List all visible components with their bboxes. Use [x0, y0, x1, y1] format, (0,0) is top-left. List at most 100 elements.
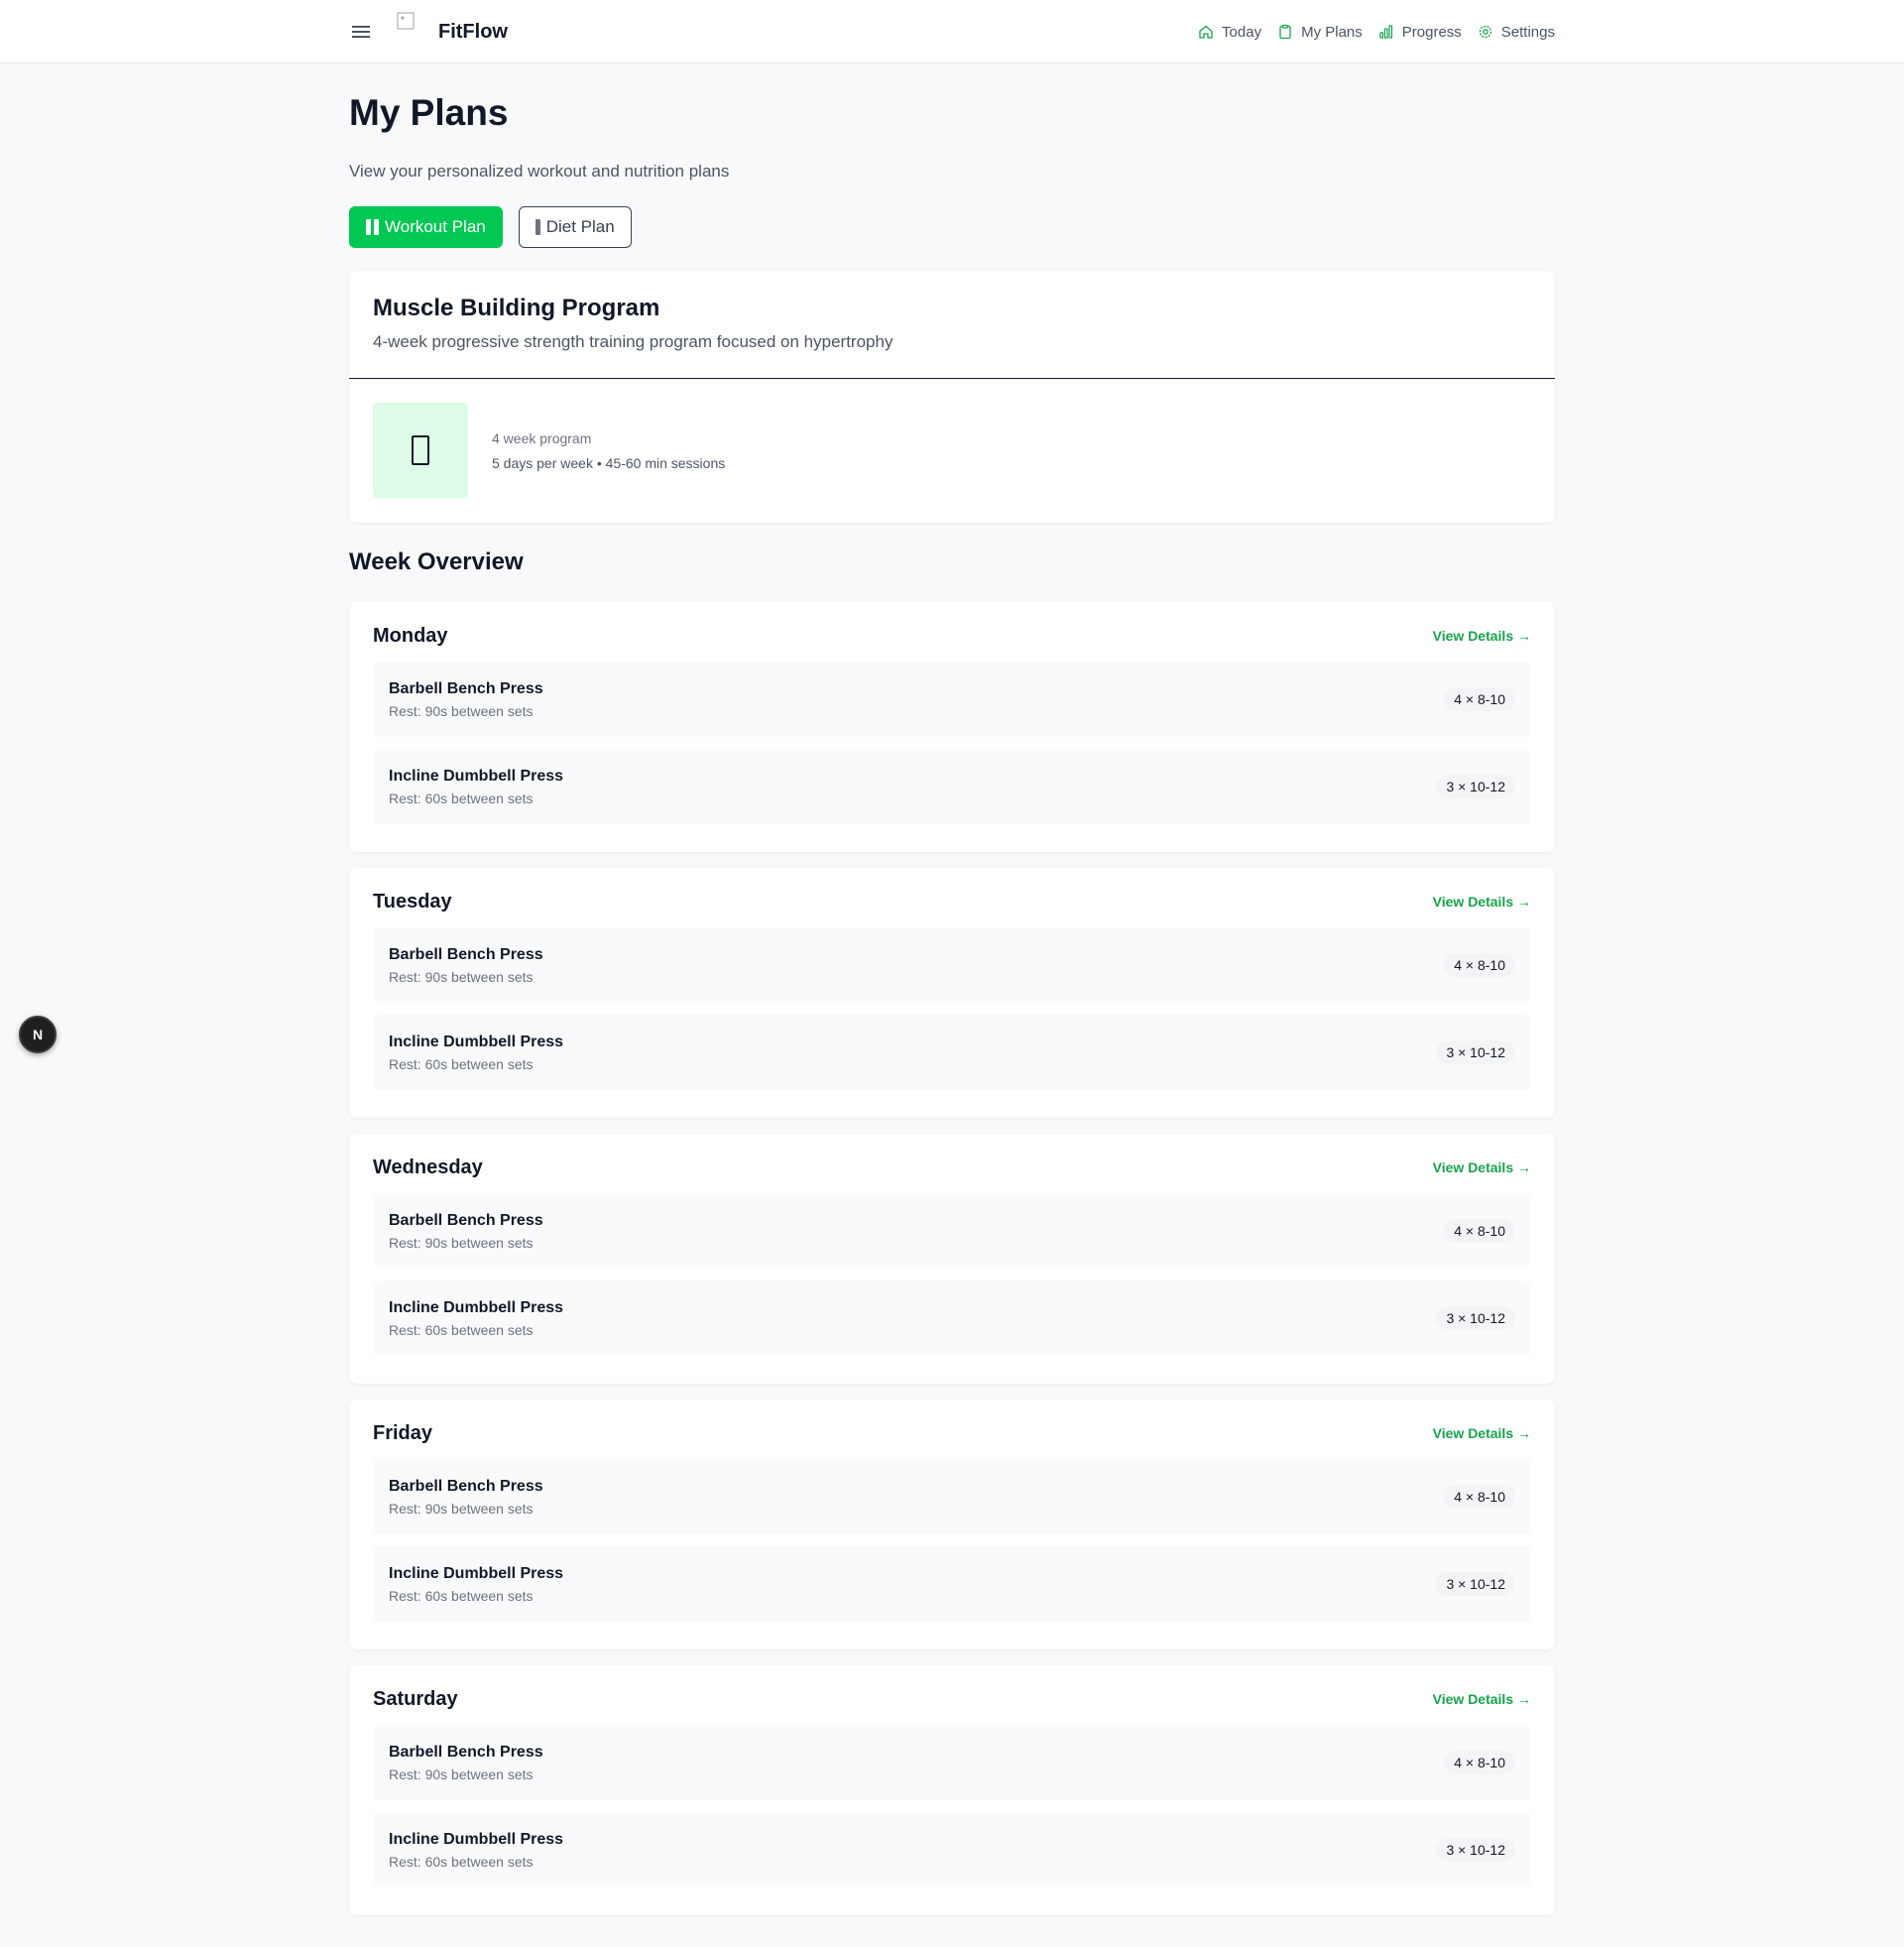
page-title: My Plans	[349, 92, 509, 133]
program-description: 4-week progressive strength training pro…	[373, 332, 893, 351]
exercise-rest: Rest: 60s between sets	[389, 1587, 534, 1604]
exercise-name: Incline Dumbbell Press	[389, 1830, 564, 1848]
exercise-rest: Rest: 90s between sets	[389, 702, 534, 719]
floating-n-badge[interactable]: N	[19, 1016, 57, 1053]
exercise-name: Barbell Bench Press	[389, 679, 543, 697]
nav-item-today[interactable]: Today	[1198, 24, 1261, 41]
exercise-name: Incline Dumbbell Press	[389, 1033, 564, 1050]
exercise-row[interactable]: Incline Dumbbell Press Rest: 60s between…	[373, 749, 1531, 824]
sets-badge: 4 × 8-10	[1444, 1485, 1515, 1509]
sets-badge: 3 × 10-12	[1436, 775, 1515, 798]
day-header: Monday View Details →	[373, 625, 1531, 647]
tab-diet-plan[interactable]: Diet Plan	[518, 206, 632, 248]
exercise-info: Incline Dumbbell Press Rest: 60s between…	[389, 1299, 563, 1338]
view-details-link[interactable]: View Details →	[1433, 894, 1531, 910]
program-body: 4 week program 5 days per week • 45-60 m…	[349, 379, 1555, 522]
day-name: Saturday	[373, 1687, 458, 1710]
view-details-link[interactable]: View Details →	[1433, 1691, 1531, 1707]
program-schedule: 5 days per week • 45-60 min sessions	[492, 454, 726, 471]
exercise-row[interactable]: Incline Dumbbell Press Rest: 60s between…	[373, 1015, 1531, 1090]
sets-badge: 3 × 10-12	[1436, 1838, 1515, 1862]
exercise-row[interactable]: Incline Dumbbell Press Rest: 60s between…	[373, 1812, 1531, 1887]
exercise-rest: Rest: 60s between sets	[389, 1055, 534, 1072]
exercise-info: Incline Dumbbell Press Rest: 60s between…	[389, 1034, 563, 1072]
exercise-info: Barbell Bench Press Rest: 90s between se…	[389, 1478, 543, 1517]
view-details-link[interactable]: View Details →	[1433, 1159, 1531, 1175]
day-card-friday: Friday View Details → Barbell Bench Pres…	[349, 1399, 1555, 1649]
exercise-rest: Rest: 90s between sets	[389, 1500, 534, 1517]
nav-item-label: Progress	[1401, 23, 1462, 41]
hamburger-icon	[352, 26, 370, 38]
broken-logo-icon	[397, 12, 415, 30]
exercise-name: Barbell Bench Press	[389, 945, 543, 963]
utensils-icon	[535, 219, 540, 235]
sets-badge: 3 × 10-12	[1436, 1040, 1515, 1064]
main-nav: Today My Plans Progress Settings	[1198, 24, 1555, 41]
day-header: Wednesday View Details →	[373, 1156, 1531, 1178]
program-weeks: 4 week program	[492, 429, 592, 446]
day-name: Friday	[373, 1421, 433, 1444]
top-header: FitFlow Today My Plans Progress Settings	[0, 0, 1904, 63]
exercise-row[interactable]: Barbell Bench Press Rest: 90s between se…	[373, 927, 1531, 1003]
missing-glyph-icon	[412, 435, 429, 465]
exercise-row[interactable]: Incline Dumbbell Press Rest: 60s between…	[373, 1546, 1531, 1622]
exercise-name: Incline Dumbbell Press	[389, 767, 564, 785]
day-card-tuesday: Tuesday View Details → Barbell Bench Pre…	[349, 868, 1555, 1118]
nav-item-label: Settings	[1500, 23, 1555, 41]
exercise-rest: Rest: 60s between sets	[389, 1321, 534, 1338]
exercise-info: Barbell Bench Press Rest: 90s between se…	[389, 680, 543, 719]
nav-item-progress[interactable]: Progress	[1378, 24, 1462, 41]
exercise-rest: Rest: 90s between sets	[389, 1234, 534, 1251]
exercise-info: Barbell Bench Press Rest: 90s between se…	[389, 946, 543, 985]
exercise-info: Barbell Bench Press Rest: 90s between se…	[389, 1212, 543, 1251]
exercise-info: Barbell Bench Press Rest: 90s between se…	[389, 1744, 543, 1782]
view-details-link[interactable]: View Details →	[1433, 628, 1531, 644]
day-name: Tuesday	[373, 890, 452, 913]
bar-chart-icon	[1379, 25, 1392, 39]
nav-item-settings[interactable]: Settings	[1478, 24, 1555, 41]
exercise-row[interactable]: Barbell Bench Press Rest: 90s between se…	[373, 662, 1531, 737]
exercise-info: Incline Dumbbell Press Rest: 60s between…	[389, 768, 563, 806]
view-details-link[interactable]: View Details →	[1433, 1425, 1531, 1441]
day-card-wednesday: Wednesday View Details → Barbell Bench P…	[349, 1134, 1555, 1384]
exercise-rest: Rest: 60s between sets	[389, 790, 534, 806]
exercise-row[interactable]: Barbell Bench Press Rest: 90s between se…	[373, 1193, 1531, 1269]
plan-tabs: Workout Plan Diet Plan	[349, 206, 632, 248]
exercise-name: Barbell Bench Press	[389, 1211, 543, 1229]
exercise-rest: Rest: 90s between sets	[389, 968, 534, 985]
exercise-rest: Rest: 90s between sets	[389, 1765, 534, 1782]
program-thumbnail	[373, 403, 468, 498]
page-subtitle: View your personalized workout and nutri…	[349, 162, 730, 181]
sets-badge: 4 × 8-10	[1444, 1219, 1515, 1243]
week-overview-title: Week Overview	[349, 548, 524, 575]
nav-item-label: Today	[1222, 23, 1262, 41]
exercise-name: Barbell Bench Press	[389, 1743, 543, 1761]
clipboard-icon	[1279, 24, 1291, 40]
menu-button[interactable]	[341, 12, 381, 52]
tab-label: Workout Plan	[385, 217, 486, 236]
tab-label: Diet Plan	[545, 217, 615, 236]
program-title: Muscle Building Program	[373, 295, 660, 321]
exercise-name: Incline Dumbbell Press	[389, 1298, 564, 1316]
app-name[interactable]: FitFlow	[438, 21, 508, 44]
exercise-row[interactable]: Barbell Bench Press Rest: 90s between se…	[373, 1459, 1531, 1534]
header-inner: FitFlow Today My Plans Progress Settings	[349, 0, 1555, 63]
exercise-info: Incline Dumbbell Press Rest: 60s between…	[389, 1565, 563, 1604]
exercise-row[interactable]: Incline Dumbbell Press Rest: 60s between…	[373, 1280, 1531, 1356]
day-card-saturday: Saturday View Details → Barbell Bench Pr…	[349, 1665, 1555, 1915]
sets-badge: 3 × 10-12	[1436, 1306, 1515, 1330]
exercise-name: Barbell Bench Press	[389, 1477, 543, 1495]
day-name: Wednesday	[373, 1156, 483, 1178]
sets-badge: 4 × 8-10	[1444, 953, 1515, 977]
brand: FitFlow	[349, 12, 508, 52]
dumbbell-icon	[366, 219, 379, 235]
gear-icon	[1479, 25, 1491, 39]
tab-workout-plan[interactable]: Workout Plan	[349, 206, 503, 248]
nav-item-label: My Plans	[1301, 23, 1363, 41]
program-card: Muscle Building Program 4-week progressi…	[349, 271, 1555, 523]
exercise-info: Incline Dumbbell Press Rest: 60s between…	[389, 1831, 563, 1870]
home-icon	[1199, 25, 1213, 39]
sets-badge: 3 × 10-12	[1436, 1572, 1515, 1596]
nav-item-my-plans[interactable]: My Plans	[1277, 24, 1363, 41]
exercise-row[interactable]: Barbell Bench Press Rest: 90s between se…	[373, 1725, 1531, 1800]
